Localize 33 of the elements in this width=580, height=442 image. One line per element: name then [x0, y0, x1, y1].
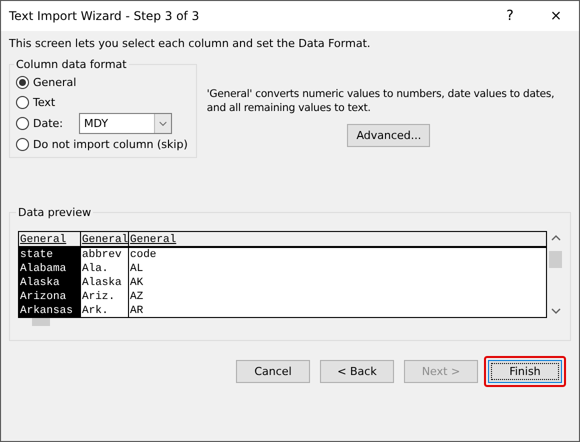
column-header[interactable]: General — [81, 232, 128, 248]
radio-button[interactable] — [16, 138, 29, 150]
table-cell: Alabama — [19, 262, 80, 276]
help-button[interactable]: ? — [487, 1, 533, 31]
scrollbar-thumb[interactable] — [549, 251, 562, 268]
table-cell: state — [19, 248, 80, 262]
advanced-button[interactable]: Advanced... — [347, 124, 430, 147]
chevron-down-icon — [154, 114, 171, 132]
table-cell: Arizona — [19, 290, 80, 304]
table-cell: Arkansas — [19, 304, 80, 317]
wizard-button[interactable]: Finish — [488, 360, 562, 383]
radio-label[interactable]: General — [33, 76, 76, 88]
table-cell: Alaska — [19, 276, 80, 290]
intro-text: This screen lets you select each column and set the Data Format. — [9, 37, 372, 50]
radio-label[interactable]: Text — [33, 96, 56, 108]
wizard-button[interactable]: Cancel — [236, 360, 310, 383]
date-format-dropdown[interactable]: MDY — [79, 112, 172, 134]
radio-button[interactable] — [16, 76, 29, 88]
group-legend: Column data format — [14, 58, 129, 71]
radio-label[interactable]: Do not import column (skip) — [33, 138, 188, 150]
radio-button[interactable] — [16, 96, 29, 108]
column-header[interactable]: General — [129, 232, 546, 248]
scroll-down-icon[interactable] — [550, 308, 560, 315]
wizard-button[interactable]: < Back — [320, 360, 394, 383]
window-title: Text Import Wizard - Step 3 of 3 — [9, 9, 200, 23]
column-header[interactable]: General — [19, 232, 80, 248]
scrollbar-thumb[interactable] — [32, 318, 50, 326]
scroll-up-icon[interactable] — [550, 234, 560, 241]
radio-button[interactable] — [16, 116, 29, 130]
radio-label[interactable]: Date: — [33, 116, 63, 130]
group-legend: Data preview — [16, 206, 94, 219]
format-description: 'General' converts numeric values to numbers, date values to dates, and all remaining values to text. — [206, 87, 556, 115]
close-button[interactable]: × — [533, 1, 579, 31]
